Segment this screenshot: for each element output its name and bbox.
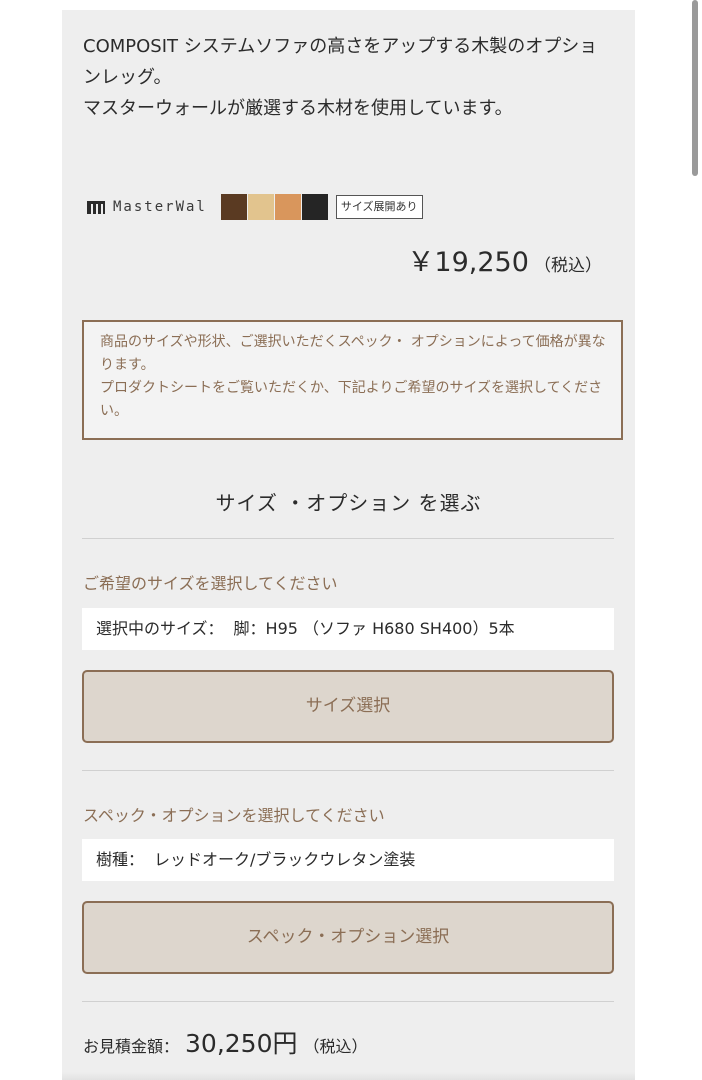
price-notice-box: 商品のサイズや形状、ご選択いただくスペック・ オプションによって価格が異なります…	[82, 320, 623, 440]
size-variants-badge: サイズ展開あり	[335, 195, 423, 219]
selected-size-display: 選択中のサイズ： 脚：H95 （ソファ H680 SH400）5本	[82, 608, 614, 650]
masterwal-logo-icon	[87, 200, 105, 214]
divider	[82, 538, 614, 539]
selected-spec-display: 樹種： レッドオーク/ブラックウレタン塗装	[82, 839, 614, 881]
size-heading: ご希望のサイズを選択してください	[83, 574, 338, 593]
divider	[82, 1001, 614, 1002]
description-line-1: COMPOSIT システムソファの高さをアップする木製のオプションレッグ。	[83, 36, 598, 88]
notice-line-2: プロダクトシートをご覧いただくか、下記よりご希望のサイズを選択してください。	[100, 380, 603, 419]
brand-logo: MasterWal	[87, 199, 221, 215]
color-swatch[interactable]	[274, 194, 301, 220]
brand-row: MasterWal サイズ展開あり	[87, 193, 423, 221]
selected-spec-value: レッドオーク/ブラックウレタン塗装	[154, 850, 416, 869]
color-swatch[interactable]	[301, 194, 328, 220]
product-price: ￥19,250 （税込）	[407, 240, 602, 279]
estimate-tax-note: （税込）	[303, 1037, 368, 1056]
product-description: COMPOSIT システムソファの高さをアップする木製のオプションレッグ。 マス…	[83, 31, 613, 124]
color-swatch[interactable]	[220, 194, 247, 220]
estimate-amount: 30,250円	[185, 1029, 298, 1058]
color-swatch[interactable]	[247, 194, 274, 220]
size-select-button[interactable]: サイズ選択	[82, 670, 614, 743]
selected-spec-label: 樹種：	[96, 850, 145, 869]
section-title: サイズ ・オプション を選ぶ	[215, 491, 482, 515]
selected-size-label: 選択中のサイズ：	[96, 619, 224, 638]
estimate-label: お見積金額：	[83, 1037, 180, 1056]
color-swatches	[220, 194, 329, 220]
spec-option-select-button[interactable]: スペック・オプション選択	[82, 901, 614, 974]
spec-heading: スペック・オプションを選択してください	[83, 806, 385, 825]
scrollbar[interactable]	[692, 0, 698, 176]
selected-size-value: 脚：H95 （ソファ H680 SH400）5本	[233, 619, 515, 638]
brand-name: MasterWal	[113, 199, 207, 215]
bottom-edge	[62, 1072, 635, 1080]
product-page: COMPOSIT システムソファの高さをアップする木製のオプションレッグ。 マス…	[0, 0, 702, 1080]
divider	[82, 770, 614, 771]
description-line-2: マスターウォールが厳選する木材を使用しています。	[83, 98, 513, 119]
estimate-total: お見積金額： 30,250円 （税込）	[83, 1024, 368, 1060]
notice-line-1: 商品のサイズや形状、ご選択いただくスペック・ オプションによって価格が異なります…	[100, 334, 606, 373]
price-amount: ￥19,250	[407, 247, 529, 278]
price-tax-note: （税込）	[534, 256, 602, 276]
